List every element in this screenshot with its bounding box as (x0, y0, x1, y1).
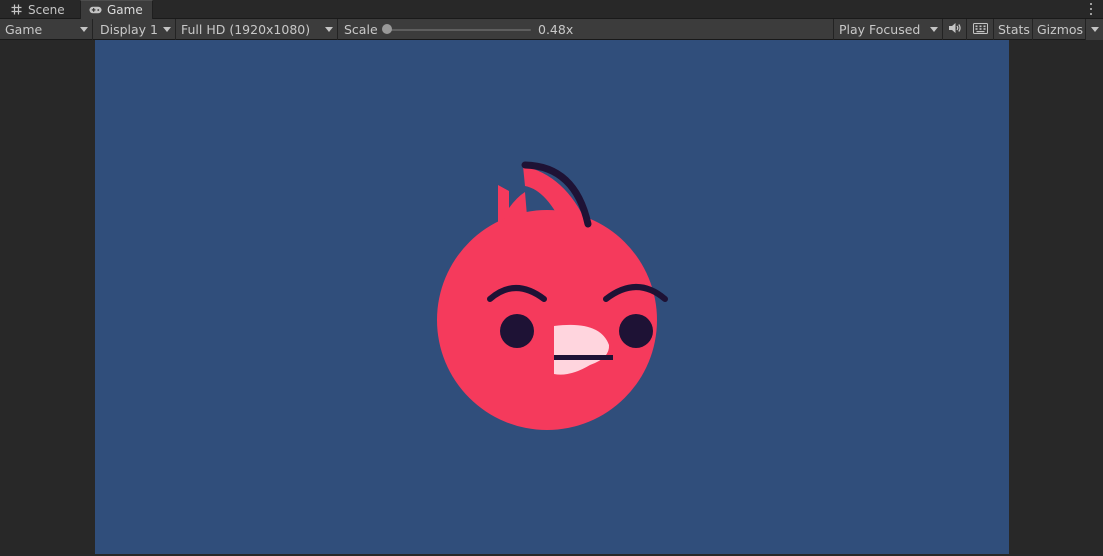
gizmos-dropdown-toggle[interactable] (1085, 19, 1103, 40)
scale-slider-thumb[interactable] (382, 24, 392, 34)
scale-slider-track[interactable] (387, 29, 531, 31)
play-mode-label: Play Focused (839, 22, 921, 37)
view-type-label: Game (5, 22, 43, 37)
game-view-toolbar: Game Display 1 Full HD (1920x1080) Scale… (0, 19, 1103, 40)
game-render-canvas[interactable] (95, 40, 1009, 554)
shortcuts-button[interactable] (967, 19, 994, 40)
stats-button[interactable]: Stats (994, 19, 1033, 40)
bird-character (437, 161, 668, 430)
bird-right-eye (619, 314, 653, 348)
tab-game-label: Game (107, 3, 143, 17)
chevron-down-icon (930, 27, 938, 32)
game-scene (437, 161, 668, 430)
view-type-dropdown[interactable]: Game (0, 19, 93, 40)
tab-game[interactable]: Game (80, 0, 153, 19)
display-dropdown[interactable]: Display 1 (95, 19, 176, 40)
tab-scene-label: Scene (28, 2, 65, 17)
chevron-down-icon (1091, 27, 1099, 32)
play-mode-dropdown[interactable]: Play Focused (833, 19, 943, 40)
bird-beak-line (554, 355, 613, 360)
scale-label: Scale (344, 22, 378, 37)
bird-left-eye (500, 314, 534, 348)
scene-grid-icon (10, 4, 23, 16)
scale-value: 0.48x (538, 22, 574, 37)
tab-scene[interactable]: Scene (2, 0, 78, 19)
game-viewport (0, 40, 1103, 556)
display-label: Display 1 (100, 22, 159, 37)
resolution-dropdown[interactable]: Full HD (1920x1080) (176, 19, 338, 40)
chevron-down-icon (325, 27, 333, 32)
scale-control: Scale 0.48x (339, 19, 833, 40)
speaker-icon (948, 22, 962, 37)
mute-audio-button[interactable] (943, 19, 967, 40)
keyboard-icon (972, 22, 988, 37)
gamepad-icon (89, 4, 102, 16)
chevron-down-icon (80, 27, 88, 32)
resolution-label: Full HD (1920x1080) (181, 22, 311, 37)
chevron-down-icon (163, 27, 171, 32)
gizmos-label: Gizmos (1037, 22, 1084, 37)
window-tab-bar: Scene Game (0, 0, 1103, 19)
stats-label: Stats (998, 22, 1030, 37)
more-options-icon[interactable] (1087, 2, 1095, 16)
gizmos-button[interactable]: Gizmos (1033, 19, 1085, 40)
